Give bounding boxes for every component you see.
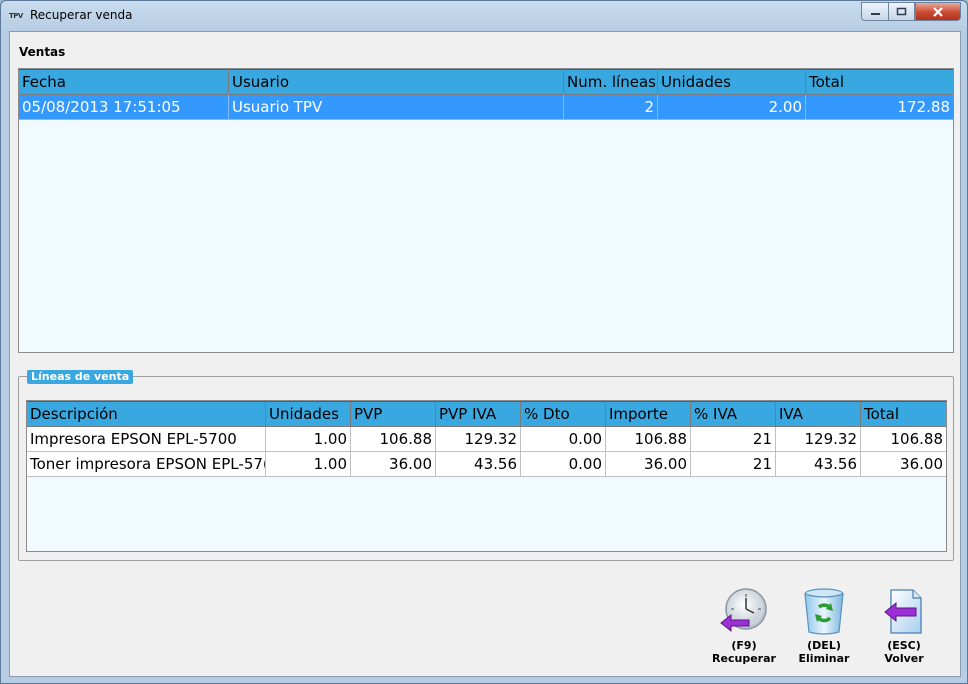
cell-unidades: 1.00 <box>266 452 351 477</box>
title-bar[interactable]: TPV Recuperar venda <box>1 1 967 31</box>
column-header-dto[interactable]: % Dto <box>521 401 606 427</box>
document-back-icon <box>884 589 922 634</box>
cell-importe: 36.00 <box>606 452 691 477</box>
cell-importe: 106.88 <box>606 427 691 452</box>
eliminar-button[interactable]: (DEL) Eliminar <box>786 587 862 669</box>
recycle-bin-icon <box>804 588 844 635</box>
cell-pvp: 36.00 <box>351 452 436 477</box>
eliminar-label: Eliminar <box>798 652 850 665</box>
column-header-num-lineas[interactable]: Num. líneas <box>564 69 658 95</box>
window-controls <box>861 2 961 22</box>
minimize-button[interactable] <box>861 2 888 21</box>
column-header-iva[interactable]: IVA <box>776 401 861 427</box>
cell-descripcion: Impresora EPSON EPL-5700 <box>27 427 266 452</box>
cell-fecha: 05/08/2013 17:51:05 <box>19 95 229 120</box>
cell-unidades: 1.00 <box>266 427 351 452</box>
cell-total: 36.00 <box>861 452 946 477</box>
close-button[interactable] <box>915 2 961 21</box>
lineas-grid[interactable]: Descripción Unidades PVP PVP IVA % Dto I… <box>26 400 947 552</box>
column-header-descripcion[interactable]: Descripción <box>27 401 266 427</box>
close-icon <box>933 6 943 17</box>
column-header-total[interactable]: Total <box>806 69 953 95</box>
minimize-icon <box>870 13 880 15</box>
volver-label: Volver <box>884 652 924 665</box>
column-header-pvp[interactable]: PVP <box>351 401 436 427</box>
cell-usuario: Usuario TPV <box>229 95 564 120</box>
recuperar-label: Recuperar <box>712 652 776 665</box>
cell-pvp-iva: 43.56 <box>436 452 521 477</box>
eliminar-key: (DEL) <box>807 639 841 652</box>
ventas-title: Ventas <box>19 45 66 59</box>
lineas-header-row: Descripción Unidades PVP PVP IVA % Dto I… <box>27 401 946 427</box>
window-title: Recuperar venda <box>30 8 133 22</box>
column-header-importe[interactable]: Importe <box>606 401 691 427</box>
clock-arrow-icon <box>720 588 767 633</box>
column-header-unidades[interactable]: Unidades <box>266 401 351 427</box>
table-row[interactable]: 05/08/2013 17:51:05 Usuario TPV 2 2.00 1… <box>19 95 953 120</box>
cell-pct-iva: 21 <box>691 452 776 477</box>
lineas-title: Líneas de venta <box>27 370 134 384</box>
maximize-button[interactable] <box>888 2 915 21</box>
cell-iva: 43.56 <box>776 452 861 477</box>
cell-pvp: 106.88 <box>351 427 436 452</box>
cell-pct-iva: 21 <box>691 427 776 452</box>
table-row[interactable]: Impresora EPSON EPL-5700 1.00 106.88 129… <box>27 427 946 452</box>
cell-total: 106.88 <box>861 427 946 452</box>
cell-pvp-iva: 129.32 <box>436 427 521 452</box>
cell-iva: 129.32 <box>776 427 861 452</box>
column-header-pct-iva[interactable]: % IVA <box>691 401 776 427</box>
recuperar-key: (F9) <box>731 639 757 652</box>
cell-descripcion: Toner impresora EPSON EPL-57( <box>27 452 266 477</box>
recuperar-button[interactable]: (F9) Recuperar <box>706 587 782 669</box>
column-header-pvp-iva[interactable]: PVP IVA <box>436 401 521 427</box>
column-header-usuario[interactable]: Usuario <box>229 69 564 95</box>
table-row[interactable]: Toner impresora EPSON EPL-57( 1.00 36.00… <box>27 452 946 477</box>
volver-button[interactable]: (ESC) Volver <box>866 587 942 669</box>
column-header-fecha[interactable]: Fecha <box>19 69 229 95</box>
cell-total: 172.88 <box>806 95 953 120</box>
column-header-unidades[interactable]: Unidades <box>658 69 806 95</box>
app-icon: TPV <box>9 12 23 20</box>
volver-key: (ESC) <box>887 639 921 652</box>
column-header-total[interactable]: Total <box>861 401 946 427</box>
client-area: Ventas Fecha Usuario Num. líneas Unidade… <box>9 31 961 677</box>
window: TPV Recuperar venda Ventas Fecha Usuario… <box>0 0 968 684</box>
ventas-grid[interactable]: Fecha Usuario Num. líneas Unidades Total… <box>18 68 954 353</box>
cell-num-lineas: 2 <box>564 95 658 120</box>
cell-dto: 0.00 <box>521 427 606 452</box>
cell-unidades: 2.00 <box>658 95 806 120</box>
ventas-header-row: Fecha Usuario Num. líneas Unidades Total <box>19 69 953 95</box>
maximize-icon <box>896 7 907 16</box>
cell-dto: 0.00 <box>521 452 606 477</box>
